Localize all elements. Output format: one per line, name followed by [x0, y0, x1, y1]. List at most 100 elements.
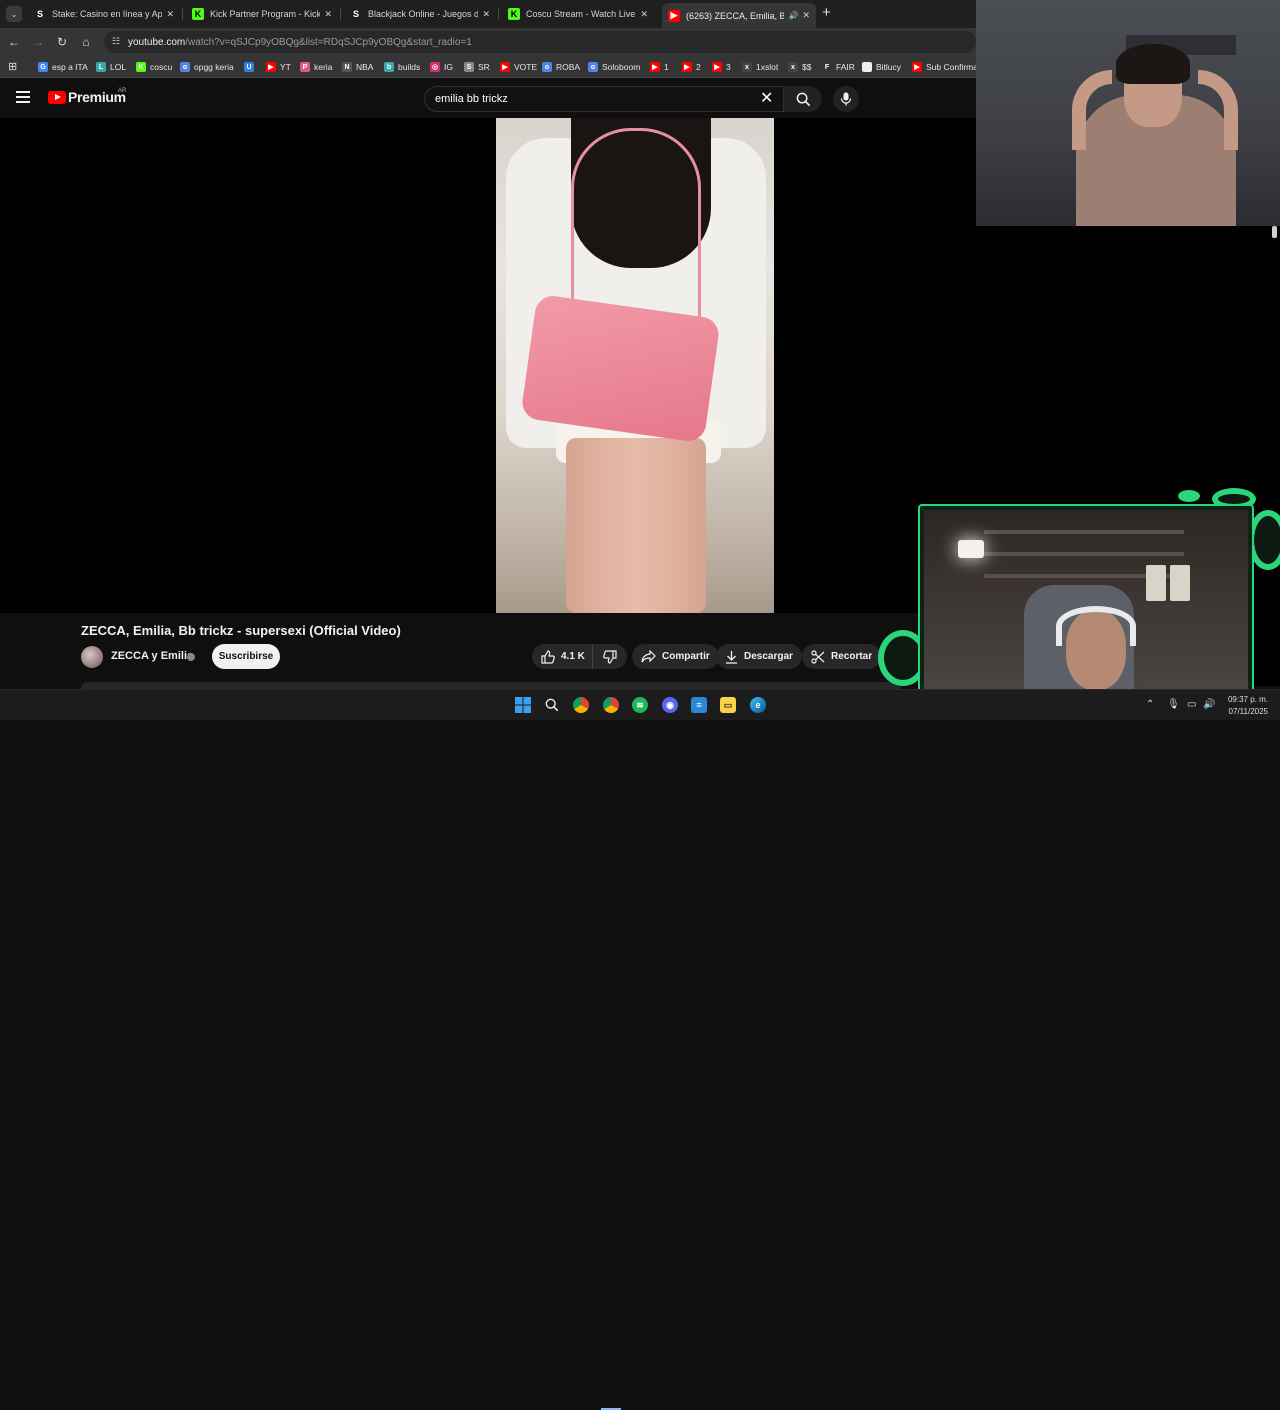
share-button[interactable]: Compartir [632, 644, 719, 669]
tab-title: (6263) ZECCA, Emilia, Bb trickz [686, 10, 785, 21]
bookmark-item[interactable]: Kcoscu [136, 60, 172, 74]
bookmark-icon: ▶ [266, 62, 276, 72]
bookmark-label: keria [314, 62, 333, 72]
folder-icon[interactable]: ▭ [720, 697, 736, 713]
video-frame[interactable] [496, 118, 774, 613]
bookmark-item[interactable]: b builds [384, 60, 420, 74]
bookmark-icon: F [822, 62, 832, 72]
share-label: Compartir [662, 651, 710, 662]
bookmark-icon: L [96, 62, 106, 72]
clear-search-icon[interactable]: ✕ [760, 91, 773, 107]
bookmark-item[interactable]: ▶ YT [266, 60, 291, 74]
close-tab-icon[interactable]: ✕ [802, 10, 810, 21]
clip-button[interactable]: Recortar [802, 644, 882, 669]
browser-tab-strip: ⌄ SStake: Casino en línea y Apuestas✕ KKi… [0, 0, 976, 28]
bookmark-item[interactable]: o ROBA [542, 60, 580, 74]
search-button[interactable] [784, 86, 822, 112]
microphone-icon [840, 92, 852, 106]
close-tab-icon[interactable]: ✕ [482, 9, 490, 20]
chrome-icon[interactable] [573, 697, 589, 713]
tab-audio-icon[interactable]: 🔊 [788, 11, 798, 20]
like-count: 4.1 K [561, 651, 585, 662]
tray-microphone-icon[interactable]: 🎙 [1167, 699, 1180, 710]
bookmark-item[interactable]: ◎ IG [430, 60, 453, 74]
download-button[interactable]: Descargar [716, 644, 802, 669]
bookmark-item[interactable]: L LOL [96, 60, 126, 74]
bookmark-item[interactable]: S SR [464, 60, 490, 74]
bookmark-item[interactable]: Bitlucy [862, 60, 901, 74]
search-query: emilia bb trickz [435, 93, 508, 105]
bookmark-label: 1 [664, 62, 669, 72]
webcam-shelf [984, 530, 1184, 534]
bookmark-item[interactable]: ▶ VOTE [500, 60, 537, 74]
new-tab-button[interactable]: + [822, 4, 831, 21]
subscribe-button[interactable]: Suscribirse [212, 644, 280, 669]
bookmark-item[interactable]: ▶ 3 [712, 60, 731, 74]
back-button[interactable]: ← [6, 34, 22, 50]
description-box[interactable] [81, 682, 901, 689]
chrome-icon[interactable] [603, 697, 619, 713]
browser-tab[interactable]: S Stake: Casino en línea y Apuestas✕ [28, 3, 180, 25]
bookmark-label: opgg keria [194, 62, 234, 72]
bookmark-icon: x [788, 62, 798, 72]
search-input[interactable]: emilia bb trickz [424, 86, 784, 112]
browser-tab[interactable]: ▶ (6263) ZECCA, Emilia, Bb trickz🔊 ✕ [662, 3, 816, 28]
windows-start-icon[interactable] [515, 697, 531, 713]
bookmark-item[interactable]: Pkeria [300, 60, 332, 74]
bookmark-icon: S [464, 62, 474, 72]
like-button[interactable]: 4.1 K [532, 644, 593, 669]
forward-button[interactable]: → [30, 34, 46, 50]
webcam-lamp [958, 540, 984, 558]
close-tab-icon[interactable]: ✕ [640, 9, 648, 20]
tray-chevron-up-icon[interactable]: ⌃ [1146, 699, 1154, 710]
plus-icon: + [822, 4, 831, 21]
bookmark-item[interactable]: ▶ Sub Confirmat [912, 60, 980, 74]
arrow-left-icon: ← [8, 35, 20, 49]
address-bar[interactable]: ☷ youtube.com/watch?v=qSJCp9yOBQg&list=R… [104, 31, 976, 53]
bookmark-item[interactable]: ▶ 2 [682, 60, 701, 74]
bookmark-item[interactable]: Gesp a ITA [38, 60, 88, 74]
bookmark-item[interactable]: o Soloboom [588, 60, 640, 74]
bookmark-item[interactable]: o opgg keria [180, 60, 234, 74]
youtube-premium-logo[interactable]: Premium [48, 89, 126, 105]
bookmark-item[interactable]: x $$ [788, 60, 811, 74]
video-player[interactable] [0, 118, 976, 613]
channel-name[interactable]: ZECCA y Emilia [111, 650, 193, 662]
tab-separator [182, 8, 183, 20]
browser-tab[interactable]: K Kick Partner Program - Kick Dash✕ [186, 3, 338, 25]
reload-icon: ↻ [56, 35, 68, 49]
tab-title: Coscu Stream - Watch Live on Kick [526, 9, 636, 19]
close-tab-icon[interactable]: ✕ [166, 9, 174, 20]
bookmark-item[interactable]: x 1xslot [742, 60, 778, 74]
channel-avatar[interactable] [81, 646, 103, 668]
dislike-button[interactable] [592, 644, 627, 669]
clip-label: Recortar [831, 651, 873, 662]
voice-search-button[interactable] [833, 86, 859, 112]
tray-display-icon[interactable]: ▭ [1187, 699, 1196, 710]
reload-button[interactable]: ↻ [54, 34, 70, 50]
bookmark-item[interactable]: U [244, 60, 258, 74]
browser-tab[interactable]: S Blackjack Online - Juegos de Casino✕ [344, 3, 496, 25]
thumbs-down-icon [603, 649, 617, 664]
site-info-icon[interactable]: ☷ [112, 36, 120, 47]
notepad-icon[interactable]: ≡ [691, 697, 707, 713]
bookmark-item[interactable]: ▶ 1 [650, 60, 669, 74]
bookmark-item[interactable]: N NBA [342, 60, 373, 74]
scrollbar-thumb[interactable] [1272, 226, 1277, 238]
discord-icon[interactable]: ◉ [662, 697, 678, 713]
bookmark-icon: b [384, 62, 394, 72]
browser-tab[interactable]: K Coscu Stream - Watch Live on Kick ✕ [502, 3, 654, 25]
edge-icon[interactable]: e [750, 697, 766, 713]
home-button[interactable]: ⌂ [78, 34, 94, 50]
tray-volume-icon[interactable]: 🔊 [1203, 699, 1215, 710]
bookmark-label: FAIR [836, 62, 855, 72]
spotify-icon[interactable]: ≋ [632, 697, 648, 713]
close-tab-icon[interactable]: ✕ [324, 9, 332, 20]
apps-grid-icon[interactable]: ⊞ [8, 60, 17, 73]
bookmarks-bar: ⊞ Gesp a ITA L LOL Kcoscu o opgg keria U ▶ YT Pke… [0, 56, 980, 78]
bookmark-item[interactable]: F FAIR [822, 60, 855, 74]
system-clock[interactable]: 09:37 p. m. 07/11/2025 [1222, 694, 1268, 718]
hamburger-menu-icon[interactable] [16, 91, 30, 103]
search-icon[interactable] [544, 697, 560, 713]
tab-search-button[interactable]: ⌄ [6, 6, 22, 22]
